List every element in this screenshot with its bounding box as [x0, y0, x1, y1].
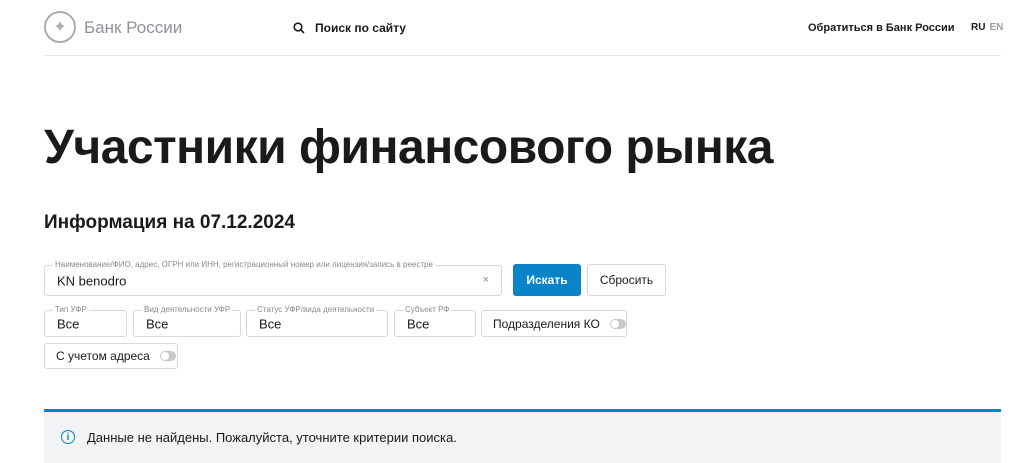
filter-activity-type[interactable]: Вид деятельности УФР Все	[133, 305, 241, 337]
filter-label: Тип УФР	[53, 305, 89, 314]
search-icon	[293, 22, 305, 34]
language-switch: RU EN	[971, 22, 1003, 33]
lang-en[interactable]: EN	[989, 22, 1003, 33]
page-title: Участники финансового рынка	[44, 121, 773, 174]
filter-label: Статус УФР/вида деятельности	[255, 305, 377, 314]
filter-ufr-type[interactable]: Тип УФР Все	[44, 305, 127, 337]
toggle-switch[interactable]	[609, 318, 626, 329]
clear-icon[interactable]: ×	[483, 274, 489, 286]
filter-region[interactable]: Субъект РФ Все	[394, 305, 476, 337]
filter-value: Все	[57, 316, 80, 331]
search-input-label: Наименование/ФИО, адрес, ОГРН или ИНН, р…	[53, 260, 435, 269]
search-submit-button[interactable]: Искать	[513, 264, 581, 296]
contact-link[interactable]: Обратиться в Банк России	[808, 22, 955, 34]
alert-text: Данные не найдены. Пожалуйста, уточните …	[87, 430, 457, 445]
header-divider	[44, 55, 1001, 56]
info-date: Информация на 07.12.2024	[44, 212, 295, 233]
filter-value: Все	[407, 316, 430, 331]
toggle-label: Подразделения КО	[493, 316, 600, 331]
reset-button[interactable]: Сбросить	[587, 264, 666, 296]
toggle-branches[interactable]: Подразделения КО	[481, 310, 627, 337]
info-icon: i	[61, 430, 75, 444]
site-search-button[interactable]: Поиск по сайту	[293, 21, 406, 35]
filter-value: Все	[259, 316, 282, 331]
logo-text[interactable]: Банк России	[84, 18, 182, 38]
bank-emblem-icon[interactable]: ✦	[44, 11, 76, 43]
filter-value: Все	[146, 316, 169, 331]
filter-label: Вид деятельности УФР	[142, 305, 233, 314]
search-input-value: KN benodro	[57, 273, 127, 288]
lang-ru[interactable]: RU	[971, 22, 985, 33]
filter-label: Субъект РФ	[403, 305, 452, 314]
toggle-label: С учетом адреса	[56, 349, 150, 363]
toggle-switch[interactable]	[159, 351, 176, 361]
toggle-address[interactable]: С учетом адреса	[44, 343, 178, 369]
filter-status[interactable]: Статус УФР/вида деятельности Все	[246, 305, 388, 337]
search-label: Поиск по сайту	[315, 21, 406, 35]
search-input[interactable]: Наименование/ФИО, адрес, ОГРН или ИНН, р…	[44, 260, 502, 296]
